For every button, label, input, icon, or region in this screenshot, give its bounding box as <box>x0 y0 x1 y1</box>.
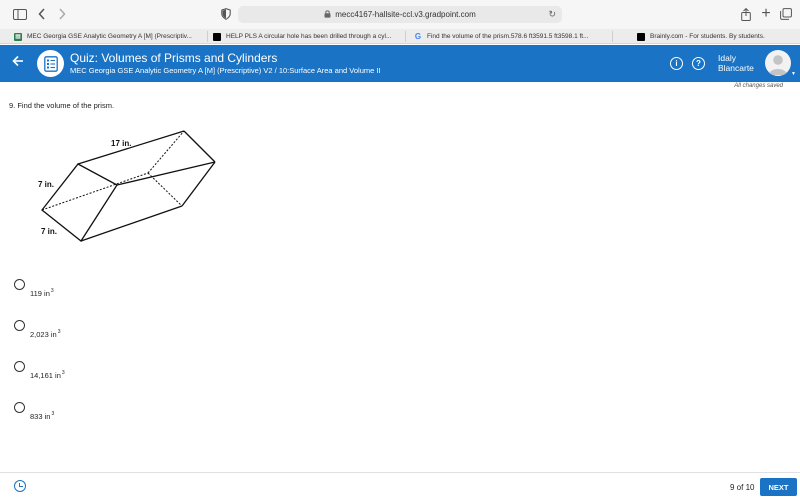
prism-edge <box>80 205 183 242</box>
tab-label: MEC Georgia GSE Analytic Geometry A [M] … <box>27 33 192 40</box>
next-button[interactable]: NEXT <box>760 478 797 496</box>
choice-label: 14,161 in3 <box>30 370 65 380</box>
choice-value: 119 in <box>30 289 50 298</box>
sidebar-icon[interactable] <box>12 6 28 22</box>
brainly-favicon-icon <box>637 32 645 41</box>
tab-divider <box>612 31 613 42</box>
share-icon[interactable] <box>738 6 754 22</box>
length-label: 17 in. <box>111 139 132 148</box>
timer-clock-icon[interactable] <box>14 480 26 492</box>
radio-button[interactable] <box>14 320 25 331</box>
user-last-name: Blancarte <box>718 63 754 73</box>
quiz-title: Quiz: Volumes of Prisms and Cylinders <box>70 51 278 65</box>
user-first-name: Idaly <box>718 53 736 63</box>
tab-label: Find the volume of the prism.578.6 ft359… <box>427 33 589 40</box>
address-bar[interactable]: mecc4167-hallsite-ccl.v3.gradpoint.com ↻ <box>238 6 562 23</box>
course-breadcrumb: MEC Georgia GSE Analytic Geometry A [M] … <box>70 66 381 75</box>
help-icon[interactable]: ? <box>692 57 705 70</box>
prism-hidden-edge <box>147 130 185 174</box>
radio-button[interactable] <box>14 402 25 413</box>
choice-value: 833 in <box>30 412 51 421</box>
prism-hidden-edge <box>41 172 149 211</box>
tab-divider <box>207 31 208 42</box>
choice-label: 833 in3 <box>30 411 54 421</box>
user-avatar-icon <box>769 55 787 75</box>
choice-exponent: 3 <box>51 411 55 417</box>
tab-overview-icon[interactable] <box>778 6 794 22</box>
width-label: 7 in. <box>41 227 58 236</box>
prism-figure: 17 in. 7 in. 7 in. <box>30 128 230 253</box>
choice-exponent: 3 <box>57 329 61 335</box>
tab-brainly-help[interactable]: HELP PLS A circular hole has been drille… <box>213 29 403 44</box>
new-tab-icon[interactable]: + <box>758 5 774 22</box>
quiz-header: Quiz: Volumes of Prisms and Cylinders ME… <box>0 45 800 82</box>
gradpoint-favicon-icon: ▦ <box>14 32 22 41</box>
save-status: All changes saved <box>734 83 783 89</box>
lock-icon <box>324 9 331 20</box>
question-text: 9. Find the volume of the prism. <box>9 101 115 110</box>
forward-icon[interactable] <box>54 6 70 22</box>
radio-button[interactable] <box>14 279 25 290</box>
info-icon[interactable]: i <box>670 57 683 70</box>
back-icon[interactable] <box>34 6 50 22</box>
tab-divider <box>405 31 406 42</box>
brainly-favicon-icon <box>213 32 221 41</box>
question-progress: 9 of 10 <box>730 483 755 492</box>
privacy-shield-icon[interactable] <box>218 6 234 22</box>
choice-label: 2,023 in3 <box>30 329 60 339</box>
quiz-list-icon <box>37 50 64 77</box>
tab-label: HELP PLS A circular hole has been drille… <box>226 33 392 40</box>
tab-google-search[interactable]: G Find the volume of the prism.578.6 ft3… <box>414 29 609 44</box>
choice-value: 14,161 in <box>30 371 61 380</box>
avatar[interactable] <box>765 50 791 76</box>
browser-toolbar: mecc4167-hallsite-ccl.v3.gradpoint.com ↻… <box>0 0 800 29</box>
tab-bar: ▦ MEC Georgia GSE Analytic Geometry A [M… <box>0 29 800 44</box>
tab-gradpoint[interactable]: ▦ MEC Georgia GSE Analytic Geometry A [M… <box>14 29 204 44</box>
tab-brainly-home[interactable]: Brainly.com - For students. By students. <box>637 29 797 44</box>
google-favicon-icon: G <box>414 32 422 41</box>
back-arrow-icon[interactable] <box>12 54 24 71</box>
prism-edge <box>183 130 216 163</box>
choice-exponent: 3 <box>61 370 65 376</box>
tab-label: Brainly.com - For students. By students. <box>650 33 765 40</box>
prism-hidden-edge <box>147 172 183 207</box>
choice-exponent: 3 <box>50 288 54 294</box>
reload-icon[interactable]: ↻ <box>548 9 556 20</box>
radio-button[interactable] <box>14 361 25 372</box>
quiz-footer: 9 of 10 NEXT <box>0 472 800 500</box>
url-text: mecc4167-hallsite-ccl.v3.gradpoint.com <box>335 10 476 19</box>
height-label: 7 in. <box>38 180 55 189</box>
choice-label: 119 in3 <box>30 288 54 298</box>
user-name[interactable]: Idaly Blancarte <box>718 53 754 73</box>
user-menu-caret-icon[interactable]: ▼ <box>791 71 796 77</box>
choice-value: 2,023 in <box>30 330 57 339</box>
